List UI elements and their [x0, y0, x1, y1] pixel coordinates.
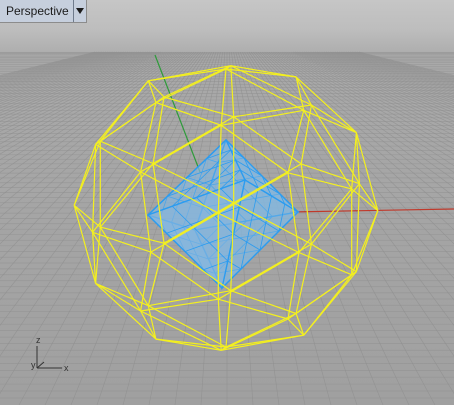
x-axis-line: [289, 208, 454, 213]
axis-gizmo: z y x: [31, 335, 69, 373]
scene-canvas[interactable]: z y x: [0, 0, 454, 405]
gizmo-x-label: x: [64, 363, 69, 373]
perspective-viewport[interactable]: Perspective z y x: [0, 0, 454, 405]
viewport-title-tab[interactable]: Perspective: [0, 0, 87, 23]
gizmo-y-label: y: [31, 360, 36, 370]
viewport-title[interactable]: Perspective: [0, 0, 73, 22]
triangle-down-icon: [75, 8, 84, 14]
viewport-menu-button[interactable]: [72, 0, 86, 22]
gizmo-z-label: z: [36, 335, 41, 345]
